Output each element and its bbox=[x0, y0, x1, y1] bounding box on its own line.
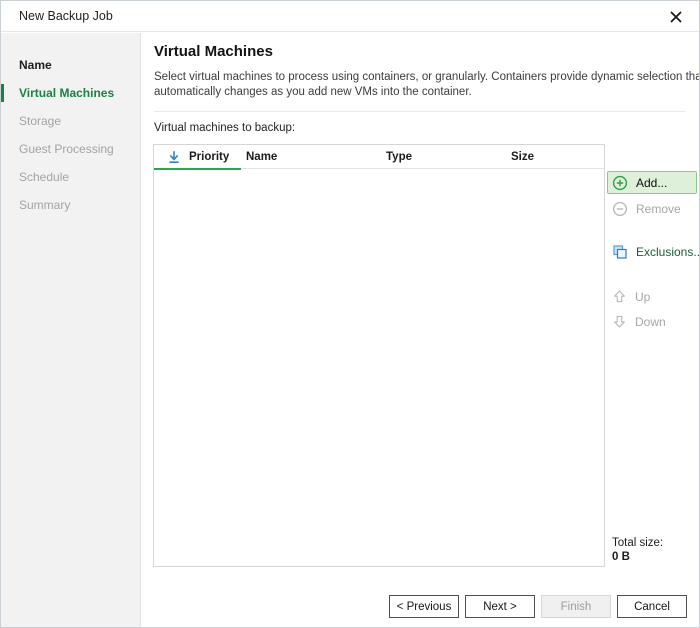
up-button[interactable]: Up bbox=[607, 285, 697, 308]
titlebar: New Backup Job bbox=[1, 1, 699, 32]
finish-button[interactable]: Finish bbox=[541, 595, 611, 618]
cancel-button[interactable]: Cancel bbox=[617, 595, 687, 618]
column-label: Priority bbox=[189, 151, 229, 163]
column-label: Size bbox=[511, 151, 534, 163]
sidebar-item-label: Schedule bbox=[19, 170, 69, 184]
sidebar-item-guest-processing[interactable]: Guest Processing bbox=[1, 135, 140, 163]
plus-circle-icon bbox=[612, 175, 628, 191]
sidebar-item-label: Guest Processing bbox=[19, 142, 114, 156]
column-header-priority[interactable]: Priority bbox=[154, 145, 241, 168]
column-header-type[interactable]: Type bbox=[381, 145, 506, 168]
add-button[interactable]: Add... bbox=[607, 171, 697, 194]
sidebar-item-virtual-machines[interactable]: Virtual Machines bbox=[1, 79, 140, 107]
column-label: Name bbox=[246, 151, 277, 163]
column-label: Type bbox=[386, 151, 412, 163]
divider bbox=[154, 111, 685, 112]
close-icon bbox=[670, 11, 682, 23]
page-description: Select virtual machines to process using… bbox=[154, 70, 700, 100]
wizard-steps-sidebar: Name Virtual Machines Storage Guest Proc… bbox=[1, 33, 141, 627]
active-step-indicator bbox=[1, 84, 4, 102]
sidebar-item-label: Summary bbox=[19, 198, 70, 212]
vm-table-header: Priority Name Type Size bbox=[154, 145, 604, 169]
sort-priority-down-icon bbox=[167, 150, 181, 164]
total-size-label: Total size: bbox=[612, 537, 663, 549]
action-label: Add... bbox=[636, 176, 667, 190]
next-button[interactable]: Next > bbox=[465, 595, 535, 618]
sidebar-item-storage[interactable]: Storage bbox=[1, 107, 140, 135]
overlapping-squares-icon bbox=[612, 244, 628, 260]
exclusions-button[interactable]: Exclusions... bbox=[607, 240, 697, 263]
column-header-name[interactable]: Name bbox=[241, 145, 381, 168]
page-title: Virtual Machines bbox=[154, 43, 273, 60]
total-size: Total size: 0 B bbox=[612, 537, 663, 563]
vm-table: Priority Name Type Size bbox=[153, 144, 605, 567]
remove-button[interactable]: Remove bbox=[607, 197, 697, 220]
total-size-value: 0 B bbox=[612, 551, 663, 563]
sidebar-item-name[interactable]: Name bbox=[1, 51, 140, 79]
window-title: New Backup Job bbox=[19, 9, 113, 23]
column-header-size[interactable]: Size bbox=[506, 145, 604, 168]
arrow-up-icon bbox=[612, 289, 627, 304]
down-button[interactable]: Down bbox=[607, 310, 697, 333]
sidebar-item-summary[interactable]: Summary bbox=[1, 191, 140, 219]
new-backup-job-dialog: New Backup Job Name Virtual Machines Sto… bbox=[0, 0, 700, 628]
arrow-down-icon bbox=[612, 314, 627, 329]
action-label: Exclusions... bbox=[636, 245, 700, 259]
sidebar-item-label: Storage bbox=[19, 114, 61, 128]
vm-table-label: Virtual machines to backup: bbox=[154, 122, 295, 134]
minus-circle-icon bbox=[612, 201, 628, 217]
previous-button[interactable]: < Previous bbox=[389, 595, 459, 618]
sidebar-item-label: Name bbox=[19, 58, 52, 72]
sidebar-item-label: Virtual Machines bbox=[19, 86, 114, 100]
action-label: Up bbox=[635, 290, 650, 304]
vm-table-body-empty[interactable] bbox=[154, 169, 604, 566]
action-label: Remove bbox=[636, 202, 681, 216]
action-label: Down bbox=[635, 315, 666, 329]
close-button[interactable] bbox=[663, 4, 689, 29]
wizard-page-virtual-machines: Virtual Machines Select virtual machines… bbox=[142, 33, 699, 627]
sidebar-item-schedule[interactable]: Schedule bbox=[1, 163, 140, 191]
